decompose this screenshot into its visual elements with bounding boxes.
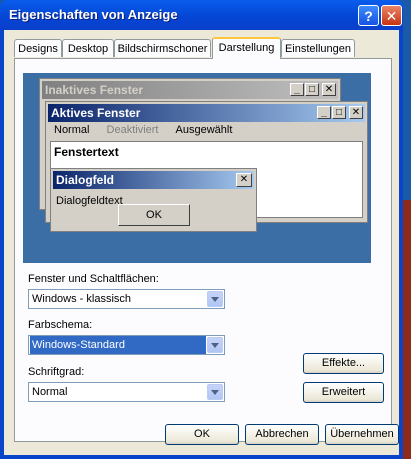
color-scheme-label: Farbschema: bbox=[28, 319, 93, 331]
dialog-ok-button: OK bbox=[118, 204, 190, 226]
chevron-down-icon[interactable] bbox=[207, 384, 223, 400]
menu-selected: Ausgewählt bbox=[175, 124, 233, 136]
tab-settings[interactable]: Einstellungen bbox=[281, 39, 355, 57]
color-scheme-value: Windows-Standard bbox=[30, 336, 206, 354]
effects-button[interactable]: Effekte... bbox=[303, 353, 384, 374]
color-scheme-select[interactable]: Windows-Standard bbox=[28, 335, 225, 355]
window-title: Eigenschaften von Anzeige bbox=[9, 7, 178, 22]
ok-button[interactable]: OK bbox=[165, 424, 239, 445]
advanced-button[interactable]: Erweitert bbox=[303, 382, 384, 403]
font-size-value: Normal bbox=[32, 386, 68, 398]
appearance-preview: Inaktives Fenster _ □ ✕ Aktives Fenster … bbox=[23, 73, 371, 263]
windows-buttons-label: Fenster und Schaltflächen: bbox=[28, 273, 159, 285]
maximize-icon: □ bbox=[332, 106, 346, 119]
menu-bar-preview: Normal Deaktiviert Ausgewählt bbox=[48, 122, 365, 139]
font-size-label: Schriftgrad: bbox=[28, 366, 85, 378]
dialog-title: Dialogfeld bbox=[53, 171, 254, 189]
minimize-icon: _ bbox=[290, 83, 304, 96]
tab-appearance[interactable]: Darstellung bbox=[212, 37, 281, 59]
tab-designs[interactable]: Designs bbox=[14, 39, 62, 57]
windows-buttons-select[interactable]: Windows - klassisch bbox=[28, 289, 225, 309]
tab-desktop[interactable]: Desktop bbox=[62, 39, 114, 57]
chevron-down-icon[interactable] bbox=[207, 291, 223, 307]
maximize-icon: □ bbox=[305, 83, 319, 96]
dialog-client-area: Designs Desktop Bildschirmschoner Darste… bbox=[4, 30, 399, 455]
close-icon: ✕ bbox=[236, 173, 252, 187]
dialog-preview: Dialogfeld ✕ Dialogfeldtext OK bbox=[50, 168, 257, 232]
tab-screensaver[interactable]: Bildschirmschoner bbox=[114, 39, 211, 57]
display-properties-window: Eigenschaften von Anzeige ? ✕ Designs De… bbox=[0, 0, 403, 459]
menu-disabled: Deaktiviert bbox=[106, 124, 159, 136]
apply-button[interactable]: Übernehmen bbox=[325, 424, 399, 445]
chevron-down-icon[interactable] bbox=[207, 337, 223, 353]
dialog-text: Dialogfeldtext bbox=[56, 195, 123, 207]
close-icon: ✕ bbox=[322, 83, 336, 96]
menu-normal: Normal bbox=[54, 124, 90, 136]
help-button[interactable]: ? bbox=[358, 5, 379, 26]
cancel-button[interactable]: Abbrechen bbox=[245, 424, 319, 445]
close-button[interactable]: ✕ bbox=[381, 5, 402, 26]
minimize-icon: _ bbox=[317, 106, 331, 119]
title-bar[interactable]: Eigenschaften von Anzeige ? ✕ bbox=[0, 0, 403, 30]
windows-buttons-value: Windows - klassisch bbox=[32, 293, 132, 305]
close-icon: ✕ bbox=[349, 106, 363, 119]
window-text: Fenstertext bbox=[54, 145, 119, 159]
font-size-select[interactable]: Normal bbox=[28, 382, 225, 402]
